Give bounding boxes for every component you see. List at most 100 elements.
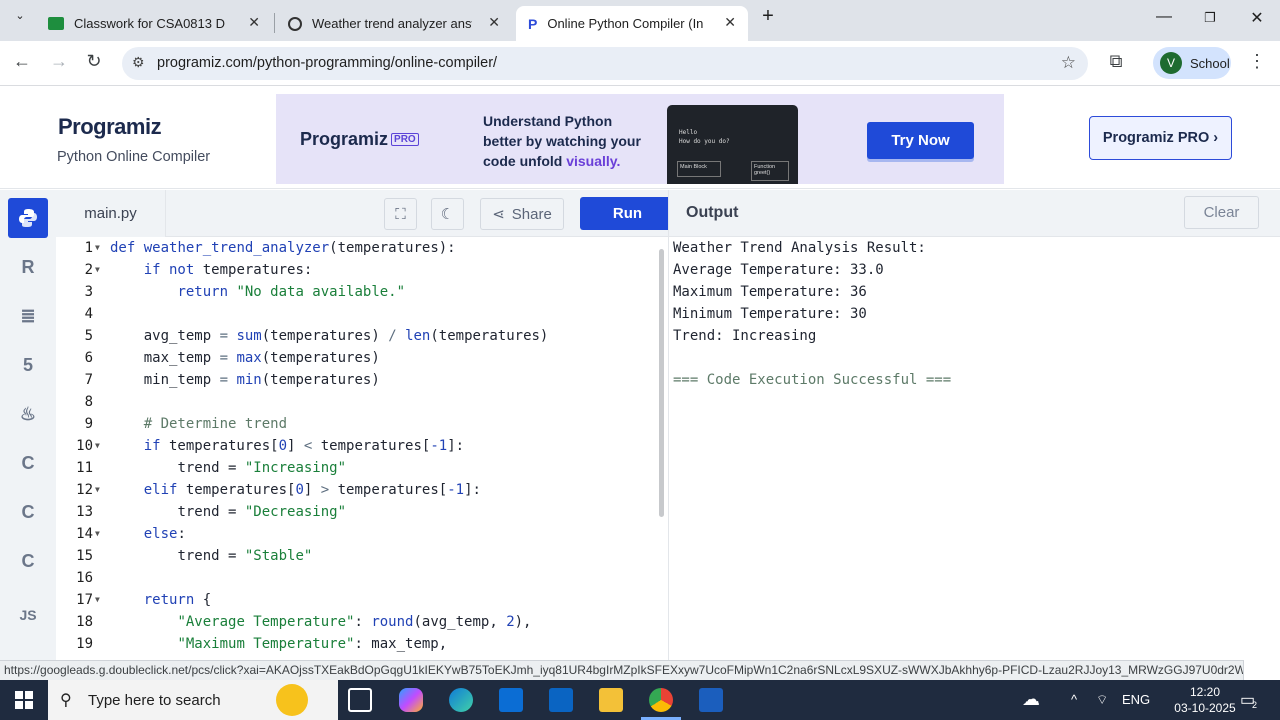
code-line: 6 max_temp = max(temperatures) xyxy=(84,350,380,366)
fullscreen-icon[interactable]: ⛶ xyxy=(384,198,417,230)
minimize-icon[interactable]: — xyxy=(1152,8,1176,26)
url-text: programiz.com/python-programming/online-… xyxy=(157,55,498,71)
code-line: 15 trend = "Stable" xyxy=(76,548,313,564)
code-line: 18 "Average Temperature": round(avg_temp… xyxy=(76,614,532,630)
code-line: 16 xyxy=(76,570,93,586)
windows-taskbar: ⚲ Type here to search ☁ ^ ⌔ ENG 12:20 03… xyxy=(0,680,1280,720)
editor-toolbar: main.py ⛶ ☾ ⋖ Share Run xyxy=(56,190,675,237)
tray-chevron-up-icon[interactable]: ^ xyxy=(1071,692,1077,707)
tab-close-icon[interactable]: ✕ xyxy=(724,14,736,31)
tab-close-icon[interactable]: ✕ xyxy=(248,14,260,31)
java-icon[interactable]: ♨ xyxy=(8,394,48,434)
clock-date: 03-10-2025 xyxy=(1174,701,1236,715)
output-toolbar: Output Clear xyxy=(668,190,1280,237)
output-title: Output xyxy=(686,204,739,221)
code-editor[interactable]: 1 ▼ def weather_trend_analyzer(temperature… xyxy=(56,237,668,660)
python-icon[interactable] xyxy=(8,198,48,238)
programiz-logo[interactable]: Programiz xyxy=(58,114,162,140)
profile-name: School xyxy=(1190,55,1230,71)
run-button[interactable]: Run xyxy=(580,197,675,230)
dark-mode-moon-icon[interactable]: ☾ xyxy=(431,198,464,230)
csharp-icon[interactable]: C xyxy=(8,541,48,581)
avatar: V xyxy=(1160,52,1182,74)
html-icon[interactable]: 5 xyxy=(8,345,48,385)
browser-toolbar: ← → ↻ ⚙ programiz.com/python-programming… xyxy=(0,41,1280,86)
output-line: Average Temperature: 33.0 xyxy=(673,262,884,278)
sql-icon[interactable]: ≣ xyxy=(8,296,48,336)
store-icon[interactable] xyxy=(499,688,523,712)
chrome-icon[interactable] xyxy=(649,688,673,712)
code-line: 19 "Maximum Temperature": max_temp, xyxy=(76,636,448,652)
browser-menu-icon[interactable]: ⋮ xyxy=(1245,51,1269,72)
address-bar[interactable]: ⚙ programiz.com/python-programming/onlin… xyxy=(122,47,1088,80)
bookmark-star-icon[interactable]: ☆ xyxy=(1061,53,1076,73)
output-line: Maximum Temperature: 36 xyxy=(673,284,867,300)
back-arrow-icon[interactable]: ← xyxy=(10,51,34,72)
search-placeholder: Type here to search xyxy=(88,692,221,709)
c-icon[interactable]: C xyxy=(8,443,48,483)
browser-tab-strip: ⌄ Classwork for CSA0813 D ✕ Weather tren… xyxy=(0,0,1280,41)
tab-search-chevron-icon[interactable]: ⌄ xyxy=(8,9,32,22)
weather-cloud-icon[interactable]: ☁ xyxy=(1022,689,1040,710)
tab-divider xyxy=(274,13,275,33)
code-line: 8 xyxy=(84,394,93,410)
cpp-icon[interactable]: C xyxy=(8,492,48,532)
extensions-icon[interactable]: ⧉ xyxy=(1104,51,1128,72)
browser-tab-weather-answer[interactable]: Weather trend analyzer answer ✕ xyxy=(276,6,512,41)
output-panel: Weather Trend Analysis Result: Average T… xyxy=(668,237,1280,660)
close-window-icon[interactable]: ✕ xyxy=(1245,8,1269,28)
code-line: 7 min_temp = min(temperatures) xyxy=(84,372,380,388)
editor-scrollbar[interactable] xyxy=(659,249,664,517)
page-subtitle: Python Online Compiler xyxy=(57,149,211,165)
language-indicator[interactable]: ENG xyxy=(1122,692,1150,707)
edge-icon[interactable] xyxy=(449,688,473,712)
file-tab[interactable]: main.py xyxy=(56,190,166,237)
share-icon: ⋖ xyxy=(492,206,505,223)
profile-chip[interactable]: V School xyxy=(1153,47,1231,79)
search-highlight-sun-icon xyxy=(276,684,308,716)
output-line: Minimum Temperature: 30 xyxy=(673,306,867,322)
banner-demo-image: Hello How do you do? Main Block Function… xyxy=(667,105,798,184)
wifi-icon[interactable]: ⌔ xyxy=(1096,692,1108,708)
task-view-icon[interactable] xyxy=(348,688,372,712)
restore-icon[interactable]: ❐ xyxy=(1198,10,1222,26)
forward-arrow-icon[interactable]: → xyxy=(47,51,71,72)
ad-banner[interactable]: Programiz PRO Understand Python better by… xyxy=(276,94,1004,184)
r-icon[interactable]: R xyxy=(8,247,48,287)
programiz-pro-button[interactable]: Programiz PRO › xyxy=(1089,116,1232,160)
banner-logo: Programiz PRO xyxy=(300,129,419,150)
javascript-icon[interactable]: JS xyxy=(8,595,48,635)
share-button[interactable]: ⋖ Share xyxy=(480,198,564,230)
copilot-icon[interactable] xyxy=(399,688,423,712)
share-label: Share xyxy=(511,205,552,223)
try-now-button[interactable]: Try Now xyxy=(867,122,974,159)
code-line: 13 trend = "Decreasing" xyxy=(76,504,347,520)
taskbar-clock[interactable]: 12:20 03-10-2025 xyxy=(1171,684,1239,716)
notification-count: 2 xyxy=(1252,700,1258,710)
page-header: Programiz Python Online Compiler Program… xyxy=(0,87,1280,189)
programiz-favicon-icon: P xyxy=(528,15,538,32)
windows-start-icon[interactable] xyxy=(0,680,48,720)
code-line: 10 ▼ if temperatures[0] < temperatures[-1… xyxy=(76,438,465,454)
chatgpt-favicon-icon xyxy=(288,16,302,31)
output-line: Trend: Increasing xyxy=(673,328,817,344)
taskbar-search-input[interactable]: ⚲ Type here to search xyxy=(48,680,338,720)
clock-time: 12:20 xyxy=(1189,685,1221,699)
new-tab-plus-icon[interactable]: + xyxy=(756,5,780,28)
word-icon[interactable] xyxy=(699,688,723,712)
clear-button[interactable]: Clear xyxy=(1184,196,1259,229)
tab-close-icon[interactable]: ✕ xyxy=(488,14,500,31)
outlook-icon[interactable] xyxy=(549,688,573,712)
browser-tab-programiz[interactable]: P Online Python Compiler (Interp ✕ xyxy=(516,6,748,41)
search-icon: ⚲ xyxy=(60,692,72,709)
code-line: 1 ▼ def weather_trend_analyzer(temperature… xyxy=(84,240,456,256)
link-status-bubble: https://googleads.g.doubleclick.net/pcs/… xyxy=(0,660,1244,680)
browser-tab-classwork[interactable]: Classwork for CSA0813 D ✕ xyxy=(36,6,272,41)
site-info-icon[interactable]: ⚙ xyxy=(132,54,145,71)
tab-title: Online Python Compiler (Interp xyxy=(547,16,704,31)
reload-icon[interactable]: ↻ xyxy=(82,51,106,72)
output-line: Weather Trend Analysis Result: xyxy=(673,240,926,256)
code-line: 17 ▼ return { xyxy=(76,592,212,608)
file-explorer-icon[interactable] xyxy=(599,688,623,712)
code-line: 4 xyxy=(84,306,93,322)
